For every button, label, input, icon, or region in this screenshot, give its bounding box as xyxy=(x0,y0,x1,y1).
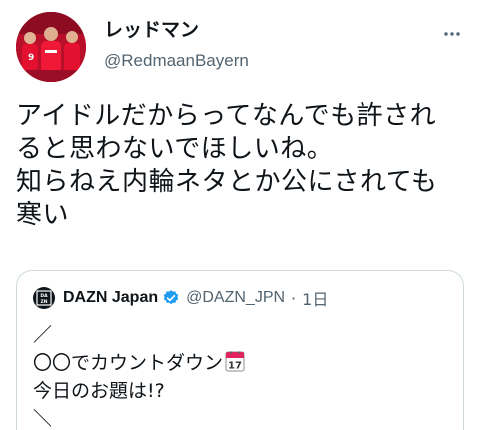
quote-line: 〇〇でカウントダウン xyxy=(33,352,224,374)
calendar-icon: 17 xyxy=(225,350,245,372)
user-handle[interactable]: @RedmaanBayern xyxy=(104,50,249,72)
quote-line: ／ xyxy=(33,324,53,346)
more-options-icon[interactable] xyxy=(440,22,464,46)
separator-dot: · xyxy=(291,288,297,308)
quoted-tweet-header: DA ZN DAZN Japan @DAZN_JPN · 1日 xyxy=(33,287,328,309)
tweet-line: アイドルだからってなんでも許され xyxy=(16,101,437,131)
svg-text:DA: DA xyxy=(40,293,48,299)
quoted-display-name[interactable]: DAZN Japan xyxy=(63,289,158,307)
verified-badge-icon xyxy=(162,289,180,307)
tweet-line: 知らねえ内輪ネタとか公にされても xyxy=(16,167,438,197)
quoted-user-handle[interactable]: @DAZN_JPN xyxy=(186,289,285,307)
avatar[interactable]: 9 xyxy=(16,12,86,82)
tweet-line: 寒い xyxy=(16,200,70,230)
quote-line: 今日のお題は!? xyxy=(33,380,165,402)
svg-text:ZN: ZN xyxy=(40,299,47,305)
svg-text:9: 9 xyxy=(28,53,34,63)
quoted-tweet-text: ／ 〇〇でカウントダウン 17 今日のお題は!? ＼ xyxy=(33,321,245,430)
quote-line-with-icon: 〇〇でカウントダウン 17 xyxy=(33,349,245,377)
quote-line: ＼ xyxy=(33,408,53,430)
display-name[interactable]: レッドマン xyxy=(104,18,249,42)
team-photo-avatar: 9 xyxy=(16,12,86,82)
tweet-line: ると思わないでほしいね。 xyxy=(16,134,334,164)
tweet-header: 9 レッドマン @RedmaanBayern xyxy=(16,12,464,82)
quoted-tweet[interactable]: DA ZN DAZN Japan @DAZN_JPN · 1日 ／ 〇〇でカウン… xyxy=(16,270,464,430)
quoted-timestamp[interactable]: 1日 xyxy=(302,286,328,310)
tweet-text: アイドルだからってなんでも許され ると思わないでほしいね。 知らねえ内輪ネタとか… xyxy=(16,100,472,232)
dazn-logo-avatar[interactable]: DA ZN xyxy=(33,287,55,309)
calendar-day: 17 xyxy=(228,361,242,372)
